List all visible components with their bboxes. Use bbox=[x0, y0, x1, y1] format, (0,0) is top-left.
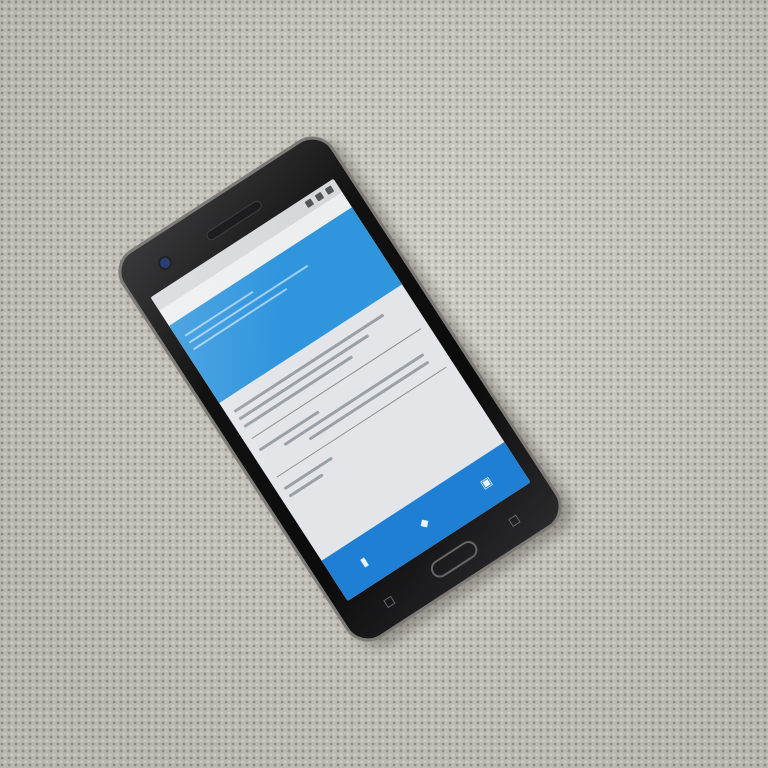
blurred-text-line bbox=[258, 410, 320, 452]
blurred-text-line bbox=[288, 473, 325, 498]
smartphone: ▮ ◆ ▣ bbox=[108, 126, 582, 657]
phone-body: ▮ ◆ ▣ bbox=[108, 126, 572, 652]
recent-apps-icon[interactable] bbox=[508, 514, 521, 527]
signal-icon bbox=[303, 198, 314, 208]
wifi-icon bbox=[314, 191, 324, 202]
bottom-nav-icon[interactable]: ◆ bbox=[416, 514, 431, 531]
bottom-nav-icon[interactable]: ▮ bbox=[357, 554, 370, 569]
phone-screen: ▮ ◆ ▣ bbox=[150, 178, 531, 602]
battery-icon bbox=[324, 184, 335, 195]
back-icon[interactable] bbox=[383, 595, 396, 609]
front-camera bbox=[158, 255, 173, 270]
photo-scene: ▮ ◆ ▣ bbox=[0, 0, 768, 768]
home-button[interactable] bbox=[427, 537, 481, 582]
bottom-nav-icon[interactable]: ▣ bbox=[477, 474, 494, 492]
